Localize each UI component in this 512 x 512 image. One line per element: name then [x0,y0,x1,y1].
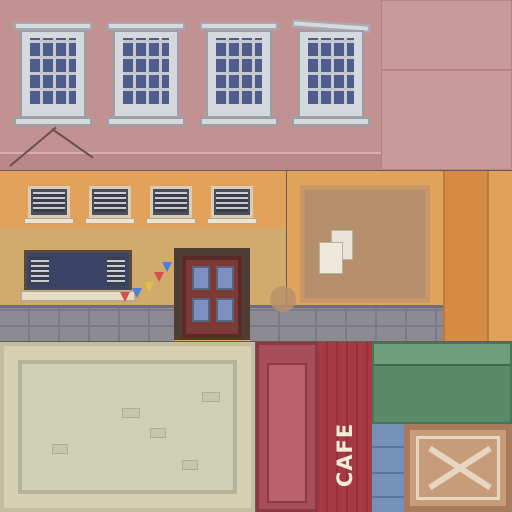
cobblestone-base [0,305,174,341]
sign-panel-inner [18,360,237,494]
window-sill [14,117,92,126]
pink-wall-panel-top [381,0,512,70]
window-sill [107,117,185,126]
awning-edge [374,364,510,366]
window-sill [207,218,257,224]
window-bars [216,38,262,104]
barred-window [206,30,272,118]
shop-shutter [107,257,125,285]
shop-counter [20,290,136,302]
exposed-brick [122,408,140,418]
cafe-sign-holder: CAFE [318,423,372,487]
bunting-flag [132,288,142,298]
barred-window [113,30,179,118]
door-pane [216,298,234,322]
bunting-flag [154,272,164,282]
notice-paper [319,242,343,274]
green-awning [372,342,512,424]
shuttered-window [89,186,131,218]
shop-shutter [31,257,49,285]
side-wall-strip [487,171,512,341]
wooden-crate [404,424,512,512]
door-pane [192,298,210,322]
pink-wall-panel-bottom [381,70,512,170]
pink-facade-trim [0,152,381,170]
door-pane [216,266,234,290]
exposed-brick [182,460,198,470]
door-pane [192,266,210,290]
window-bars [308,38,354,104]
window-sill [85,218,135,224]
barred-window [298,30,364,118]
bunting-flag [120,292,130,302]
notice-board [300,185,430,303]
window-sill [24,218,74,224]
shuttered-window [28,186,70,218]
awning-highlight [374,344,510,364]
window-lintel [107,22,185,30]
cobblestone-base [287,305,443,341]
shuttered-window [150,186,192,218]
street-lamp-shade [270,286,296,312]
bunting-flag [162,262,172,272]
window-lintel [200,22,278,30]
blue-wall-strip [372,424,406,512]
exposed-brick [202,392,220,402]
window-lintel [14,22,92,30]
blank-sign-panel [0,342,255,512]
window-sill [200,117,278,126]
barred-window [20,30,86,118]
cafe-sign-text: CAFE [333,422,358,488]
window-sill [292,117,370,126]
exposed-brick [150,428,166,438]
shop-window [24,250,132,292]
texture-atlas: CAFE [0,0,512,512]
bunting-flag [144,282,154,292]
window-bars [30,38,76,104]
shuttered-window [211,186,253,218]
window-sill [146,218,196,224]
window-bars [123,38,169,104]
red-door-panel [256,342,318,512]
front-door [182,256,242,338]
exposed-brick [52,444,68,454]
red-door-inset [267,363,307,503]
side-wall-strip [443,171,487,341]
